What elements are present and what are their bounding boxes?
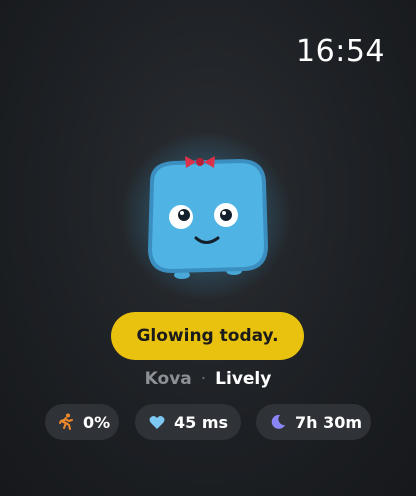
activity-stat-chip[interactable]: 0% <box>45 404 119 440</box>
sleep-stat-chip[interactable]: 7h 30m <box>256 404 371 440</box>
pet-character[interactable] <box>120 130 292 302</box>
clock-time: 16:54 <box>296 34 385 69</box>
heart-stat-chip[interactable]: 45 ms <box>135 404 241 440</box>
heart-value: 45 ms <box>174 412 229 432</box>
heart-icon <box>148 413 166 431</box>
stats-row: 0% 45 ms 7h 30m <box>0 404 416 440</box>
pet-mood: Lively <box>215 369 272 389</box>
moon-icon <box>269 413 287 431</box>
watch-screen: 16:54 Glowing today. Kova · Lively 0% 45… <box>0 0 416 496</box>
pet-name-row: Kova · Lively <box>0 369 416 389</box>
pet-message-pill: Glowing today. <box>111 312 304 360</box>
pet-body <box>147 158 269 274</box>
running-person-icon <box>57 413 75 431</box>
name-separator: · <box>200 369 207 389</box>
sleep-value: 7h 30m <box>295 412 363 432</box>
pet-right-pupil <box>220 209 232 221</box>
activity-value: 0% <box>83 412 111 432</box>
pet-left-pupil <box>178 209 190 221</box>
pet-avatar-icon <box>120 130 292 302</box>
pet-name: Kova <box>144 369 192 389</box>
